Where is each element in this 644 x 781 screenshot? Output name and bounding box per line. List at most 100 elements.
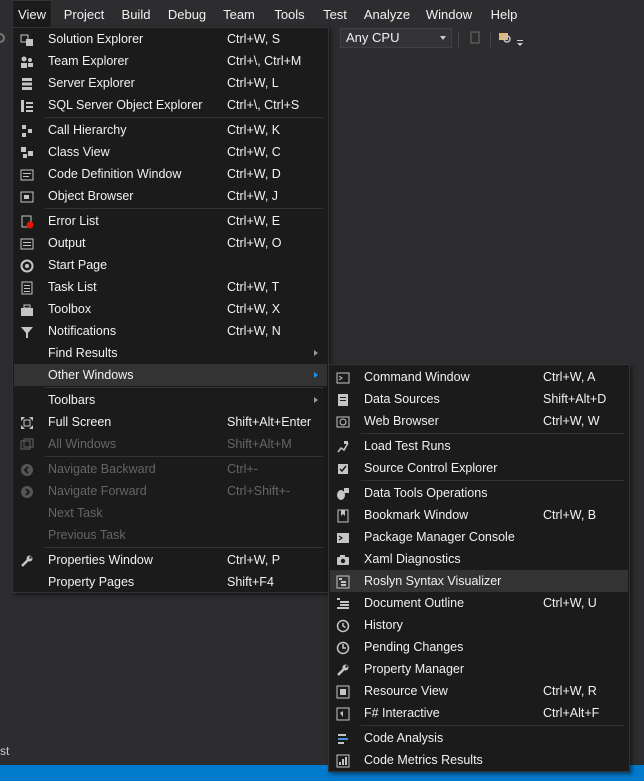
menu-item-roslyn-syntax-visualizer[interactable]: Roslyn Syntax Visualizer [330, 570, 628, 592]
menu-item-properties-window[interactable]: Properties Window Ctrl+W, P [14, 549, 327, 571]
chevron-down-icon [440, 36, 446, 40]
menu-build[interactable]: Build [116, 0, 156, 28]
menu-separator [361, 433, 624, 434]
menu-item-shortcut: Ctrl+W, U [543, 596, 597, 610]
menu-item-label: Property Pages [48, 575, 135, 589]
all-windows-icon [20, 437, 34, 451]
menu-item-data-tools-operations[interactable]: Data Tools Operations [330, 482, 628, 504]
menu-item-shortcut: Ctrl+W, N [227, 324, 281, 338]
menu-item-shortcut: Ctrl+W, J [227, 189, 279, 203]
toolbar-options-icon[interactable] [515, 37, 525, 46]
menu-item-pending-changes[interactable]: Pending Changes [330, 636, 628, 658]
menu-item-task-list[interactable]: Task List Ctrl+W, T [14, 276, 327, 298]
menu-item-sql-server-object-explorer[interactable]: SQL Server Object Explorer Ctrl+\, Ctrl+S [14, 94, 327, 116]
menu-item-label: F# Interactive [364, 706, 440, 720]
solution-explorer-icon [20, 32, 34, 46]
menu-item-property-manager[interactable]: Property Manager [330, 658, 628, 680]
menu-item-command-window[interactable]: Command Window Ctrl+W, A [330, 366, 628, 388]
submenu-arrow-icon [314, 397, 318, 403]
menu-separator [361, 725, 624, 726]
platform-dropdown[interactable]: Any CPU [340, 28, 452, 48]
menu-item-toolbox[interactable]: Toolbox Ctrl+W, X [14, 298, 327, 320]
menu-item-xaml-diagnostics[interactable]: Xaml Diagnostics [330, 548, 628, 570]
menu-item-label: Xaml Diagnostics [364, 552, 461, 566]
menu-item-other-windows[interactable]: Other Windows [14, 364, 327, 386]
menu-item-label: Navigate Backward [48, 462, 156, 476]
sql-server-icon [20, 98, 34, 112]
menu-item-label: Navigate Forward [48, 484, 147, 498]
menu-item-shortcut: Ctrl+W, T [227, 280, 280, 294]
menu-item-shortcut: Ctrl+W, W [543, 414, 600, 428]
menu-item-notifications[interactable]: Notifications Ctrl+W, N [14, 320, 327, 342]
menu-item-label: Load Test Runs [364, 439, 451, 453]
menu-item-property-pages[interactable]: Property Pages Shift+F4 [14, 571, 327, 593]
menu-item-label: Next Task [48, 506, 103, 520]
menu-project[interactable]: Project [58, 0, 110, 28]
menu-item-code-definition-window[interactable]: Code Definition Window Ctrl+W, D [14, 163, 327, 185]
menu-item-label: Data Tools Operations [364, 486, 488, 500]
menu-item-solution-explorer[interactable]: Solution Explorer Ctrl+W, S [14, 28, 327, 50]
menu-item-package-manager-console[interactable]: Package Manager Console [330, 526, 628, 548]
menu-item-shortcut: Shift+F4 [227, 575, 274, 589]
toolbox-icon [20, 302, 34, 316]
other-windows-menu: Command Window Ctrl+W, A Data Sources Shift… [328, 364, 630, 772]
menu-item-full-screen[interactable]: Full Screen Shift+Alt+Enter [14, 411, 327, 433]
menu-item-label: Full Screen [48, 415, 112, 429]
menu-item-load-test-runs[interactable]: Load Test Runs [330, 435, 628, 457]
menu-item-f-interactive[interactable]: F# Interactive Ctrl+Alt+F [330, 702, 628, 724]
submenu-arrow-icon [314, 372, 318, 378]
menu-item-output[interactable]: Output Ctrl+W, O [14, 232, 327, 254]
menu-item-history[interactable]: History [330, 614, 628, 636]
menu-item-next-task: Next Task [14, 502, 327, 524]
menu-item-find-results[interactable]: Find Results [14, 342, 327, 364]
menu-item-label: Code Analysis [364, 731, 444, 745]
menu-item-source-control-explorer[interactable]: Source Control Explorer [330, 457, 628, 479]
menu-item-label: Document Outline [364, 596, 465, 610]
menu-tools[interactable]: Tools [268, 0, 311, 28]
menu-item-document-outline[interactable]: Document Outline Ctrl+W, U [330, 592, 628, 614]
menu-item-resource-view[interactable]: Resource View Ctrl+W, R [330, 680, 628, 702]
menu-item-shortcut: Ctrl+W, K [227, 123, 281, 137]
menu-item-code-metrics-results[interactable]: Code Metrics Results [330, 749, 628, 771]
menu-item-start-page[interactable]: Start Page [14, 254, 327, 276]
document-outline-icon [336, 596, 350, 610]
source-control-icon [336, 461, 350, 475]
menu-item-label: Solution Explorer [48, 32, 144, 46]
toolbar-gear-icon[interactable] [0, 31, 6, 45]
menu-item-call-hierarchy[interactable]: Call Hierarchy Ctrl+W, K [14, 119, 327, 141]
platform-label: Any CPU [346, 30, 400, 45]
menu-item-label: Task List [48, 280, 97, 294]
menu-item-class-view[interactable]: Class View Ctrl+W, C [14, 141, 327, 163]
menu-item-team-explorer[interactable]: Team Explorer Ctrl+\, Ctrl+M [14, 50, 327, 72]
menu-item-all-windows: All Windows Shift+Alt+M [14, 433, 327, 455]
menu-separator [45, 117, 323, 118]
menu-item-web-browser[interactable]: Web Browser Ctrl+W, W [330, 410, 628, 432]
code-definition-icon [20, 167, 34, 181]
menu-item-server-explorer[interactable]: Server Explorer Ctrl+W, L [14, 72, 327, 94]
menu-window[interactable]: Window [421, 0, 477, 28]
menu-item-object-browser[interactable]: Object Browser Ctrl+W, J [14, 185, 327, 207]
menu-analyze[interactable]: Analyze [360, 0, 414, 28]
navigate-forward-icon [20, 484, 34, 498]
menu-help[interactable]: Help [484, 0, 524, 28]
menu-team[interactable]: Team [218, 0, 260, 28]
output-icon [20, 236, 34, 250]
menu-test[interactable]: Test [318, 0, 352, 28]
menu-item-shortcut: Ctrl+W, S [227, 32, 281, 46]
menu-item-shortcut: Ctrl+W, R [543, 684, 597, 698]
menu-item-data-sources[interactable]: Data Sources Shift+Alt+D [330, 388, 628, 410]
find-in-files-icon[interactable] [498, 31, 512, 45]
menu-item-shortcut: Ctrl+W, O [227, 236, 282, 250]
menu-item-code-analysis[interactable]: Code Analysis [330, 727, 628, 749]
menu-item-bookmark-window[interactable]: Bookmark Window Ctrl+W, B [330, 504, 628, 526]
history-icon [336, 618, 350, 633]
menu-item-error-list[interactable]: Error List Ctrl+W, E [14, 210, 327, 232]
menu-item-toolbars[interactable]: Toolbars [14, 389, 327, 411]
device-icon[interactable] [468, 31, 482, 45]
server-explorer-icon [20, 76, 34, 90]
menu-separator [45, 547, 323, 548]
menu-debug[interactable]: Debug [163, 0, 211, 28]
menu-item-label: Source Control Explorer [364, 461, 498, 475]
menu-view[interactable]: View [12, 0, 52, 27]
menu-item-shortcut: Ctrl+W, A [543, 370, 596, 384]
